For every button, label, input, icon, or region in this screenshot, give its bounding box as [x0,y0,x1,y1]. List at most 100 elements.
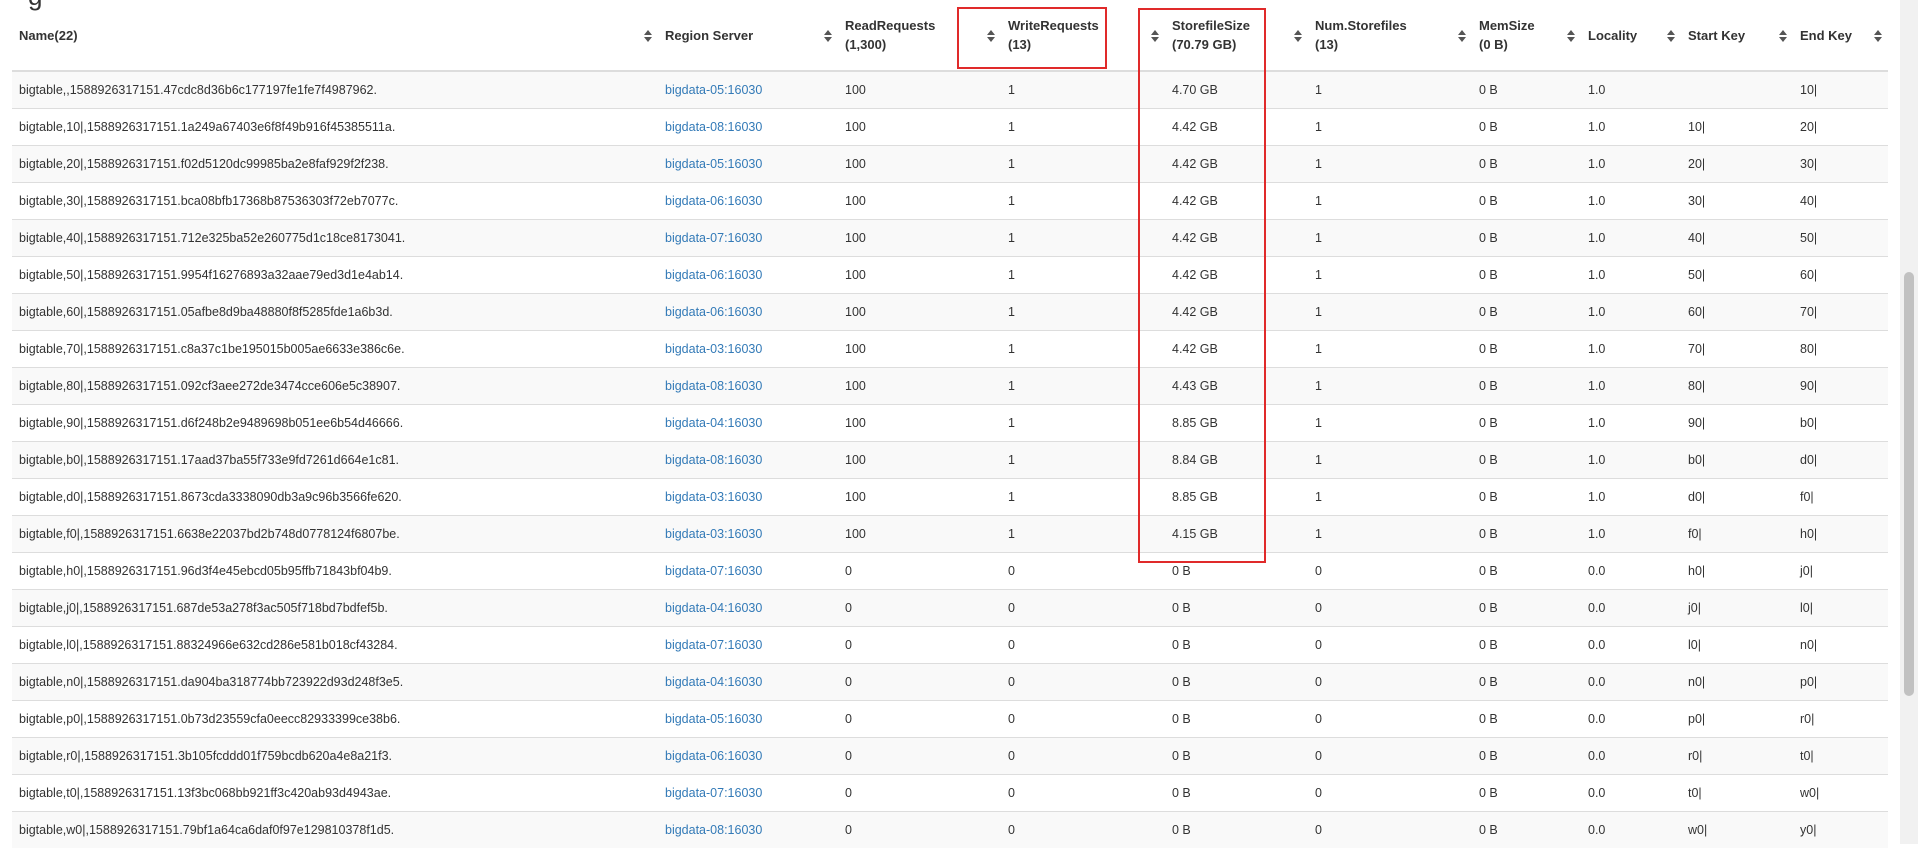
region-server-link[interactable]: bigdata-08:16030 [665,379,762,393]
cell-num-storefiles: 1 [1308,71,1472,109]
region-server-link[interactable]: bigdata-05:16030 [665,83,762,97]
cell-region-name: bigtable,70|,1588926317151.c8a37c1be1950… [12,331,658,368]
col-header-start-key[interactable]: Start Key [1681,0,1793,71]
region-server-link[interactable]: bigdata-07:16030 [665,786,762,800]
region-server-link[interactable]: bigdata-06:16030 [665,305,762,319]
col-header-read-requests[interactable]: ReadRequests(1,300) [838,0,1001,71]
region-server-link[interactable]: bigdata-03:16030 [665,342,762,356]
table-row: bigtable,d0|,1588926317151.8673cda333809… [12,479,1888,516]
col-header-storefile-size[interactable]: StorefileSize(70.79 GB) [1165,0,1308,71]
cell-end-key: j0| [1793,553,1888,590]
col-header-label: Locality [1588,26,1655,45]
cell-end-key: l0| [1793,590,1888,627]
cell-region-name: bigtable,t0|,1588926317151.13f3bc068bb92… [12,775,658,812]
cell-locality: 1.0 [1581,183,1681,220]
cell-start-key: h0| [1681,553,1793,590]
cell-region-server: bigdata-06:16030 [658,257,838,294]
cell-end-key: 60| [1793,257,1888,294]
cell-region-name: bigtable,90|,1588926317151.d6f248b2e9489… [12,405,658,442]
cell-mem-size: 0 B [1472,146,1581,183]
cell-region-name: bigtable,40|,1588926317151.712e325ba52e2… [12,220,658,257]
cell-read-requests: 100 [838,405,1001,442]
cell-storefile-size: 0 B [1165,590,1308,627]
col-header-num-storefiles[interactable]: Num.Storefiles(13) [1308,0,1472,71]
sort-icon[interactable] [1779,30,1787,42]
cell-region-name: bigtable,20|,1588926317151.f02d5120dc999… [12,146,658,183]
col-header-region-server[interactable]: Region Server [658,0,838,71]
cell-storefile-size: 0 B [1165,553,1308,590]
cell-locality: 1.0 [1581,368,1681,405]
region-server-link[interactable]: bigdata-07:16030 [665,638,762,652]
cell-write-requests: 0 [1001,553,1165,590]
table-body: bigtable,,1588926317151.47cdc8d36b6c1771… [12,71,1888,848]
sort-icon[interactable] [1458,30,1466,42]
region-server-link[interactable]: bigdata-03:16030 [665,490,762,504]
cell-write-requests: 1 [1001,183,1165,220]
cell-write-requests: 0 [1001,812,1165,848]
region-server-link[interactable]: bigdata-08:16030 [665,453,762,467]
cell-num-storefiles: 1 [1308,146,1472,183]
region-server-link[interactable]: bigdata-08:16030 [665,120,762,134]
region-server-link[interactable]: bigdata-04:16030 [665,601,762,615]
cell-write-requests: 1 [1001,146,1165,183]
vertical-scrollbar[interactable] [1900,0,1918,844]
cell-region-server: bigdata-04:16030 [658,664,838,701]
sort-icon[interactable] [824,30,832,42]
cell-locality: 1.0 [1581,331,1681,368]
cell-write-requests: 0 [1001,775,1165,812]
cell-write-requests: 1 [1001,71,1165,109]
col-header-write-requests[interactable]: WriteRequests(13) [1001,0,1165,71]
cell-locality: 0.0 [1581,775,1681,812]
cell-mem-size: 0 B [1472,109,1581,146]
cell-locality: 1.0 [1581,71,1681,109]
cell-num-storefiles: 1 [1308,405,1472,442]
table-row: bigtable,60|,1588926317151.05afbe8d9ba48… [12,294,1888,331]
cell-read-requests: 100 [838,71,1001,109]
cell-mem-size: 0 B [1472,331,1581,368]
col-header-mem-size[interactable]: MemSize(0 B) [1472,0,1581,71]
cell-start-key: 90| [1681,405,1793,442]
region-server-link[interactable]: bigdata-07:16030 [665,564,762,578]
sort-icon[interactable] [644,30,652,42]
region-server-link[interactable]: bigdata-06:16030 [665,749,762,763]
cell-start-key: 50| [1681,257,1793,294]
sort-icon[interactable] [1667,30,1675,42]
cell-num-storefiles: 1 [1308,257,1472,294]
cell-num-storefiles: 0 [1308,590,1472,627]
cell-mem-size: 0 B [1472,368,1581,405]
region-server-link[interactable]: bigdata-07:16030 [665,231,762,245]
cell-storefile-size: 0 B [1165,775,1308,812]
sort-icon[interactable] [987,30,995,42]
cell-storefile-size: 4.42 GB [1165,183,1308,220]
cell-region-server: bigdata-03:16030 [658,479,838,516]
col-header-name[interactable]: Name(22) [12,0,658,71]
region-server-link[interactable]: bigdata-04:16030 [665,675,762,689]
cell-locality: 0.0 [1581,738,1681,775]
cell-region-name: bigtable,,1588926317151.47cdc8d36b6c1771… [12,71,658,109]
col-header-label: End Key [1800,26,1870,45]
region-server-link[interactable]: bigdata-08:16030 [665,823,762,837]
sort-icon[interactable] [1151,30,1159,42]
region-server-link[interactable]: bigdata-05:16030 [665,712,762,726]
cell-start-key: j0| [1681,590,1793,627]
region-server-link[interactable]: bigdata-06:16030 [665,194,762,208]
region-server-link[interactable]: bigdata-03:16030 [665,527,762,541]
cell-storefile-size: 4.42 GB [1165,109,1308,146]
table-row: bigtable,90|,1588926317151.d6f248b2e9489… [12,405,1888,442]
sort-icon[interactable] [1567,30,1575,42]
sort-icon[interactable] [1294,30,1302,42]
cell-read-requests: 100 [838,331,1001,368]
cell-region-name: bigtable,l0|,1588926317151.88324966e632c… [12,627,658,664]
col-header-locality[interactable]: Locality [1581,0,1681,71]
col-header-end-key[interactable]: End Key [1793,0,1888,71]
sort-icon[interactable] [1874,30,1882,42]
cell-locality: 1.0 [1581,257,1681,294]
region-server-link[interactable]: bigdata-04:16030 [665,416,762,430]
cell-end-key: 40| [1793,183,1888,220]
cell-locality: 0.0 [1581,590,1681,627]
scrollbar-thumb[interactable] [1904,272,1914,696]
region-server-link[interactable]: bigdata-05:16030 [665,157,762,171]
cell-end-key: 20| [1793,109,1888,146]
region-server-link[interactable]: bigdata-06:16030 [665,268,762,282]
cell-start-key: l0| [1681,627,1793,664]
